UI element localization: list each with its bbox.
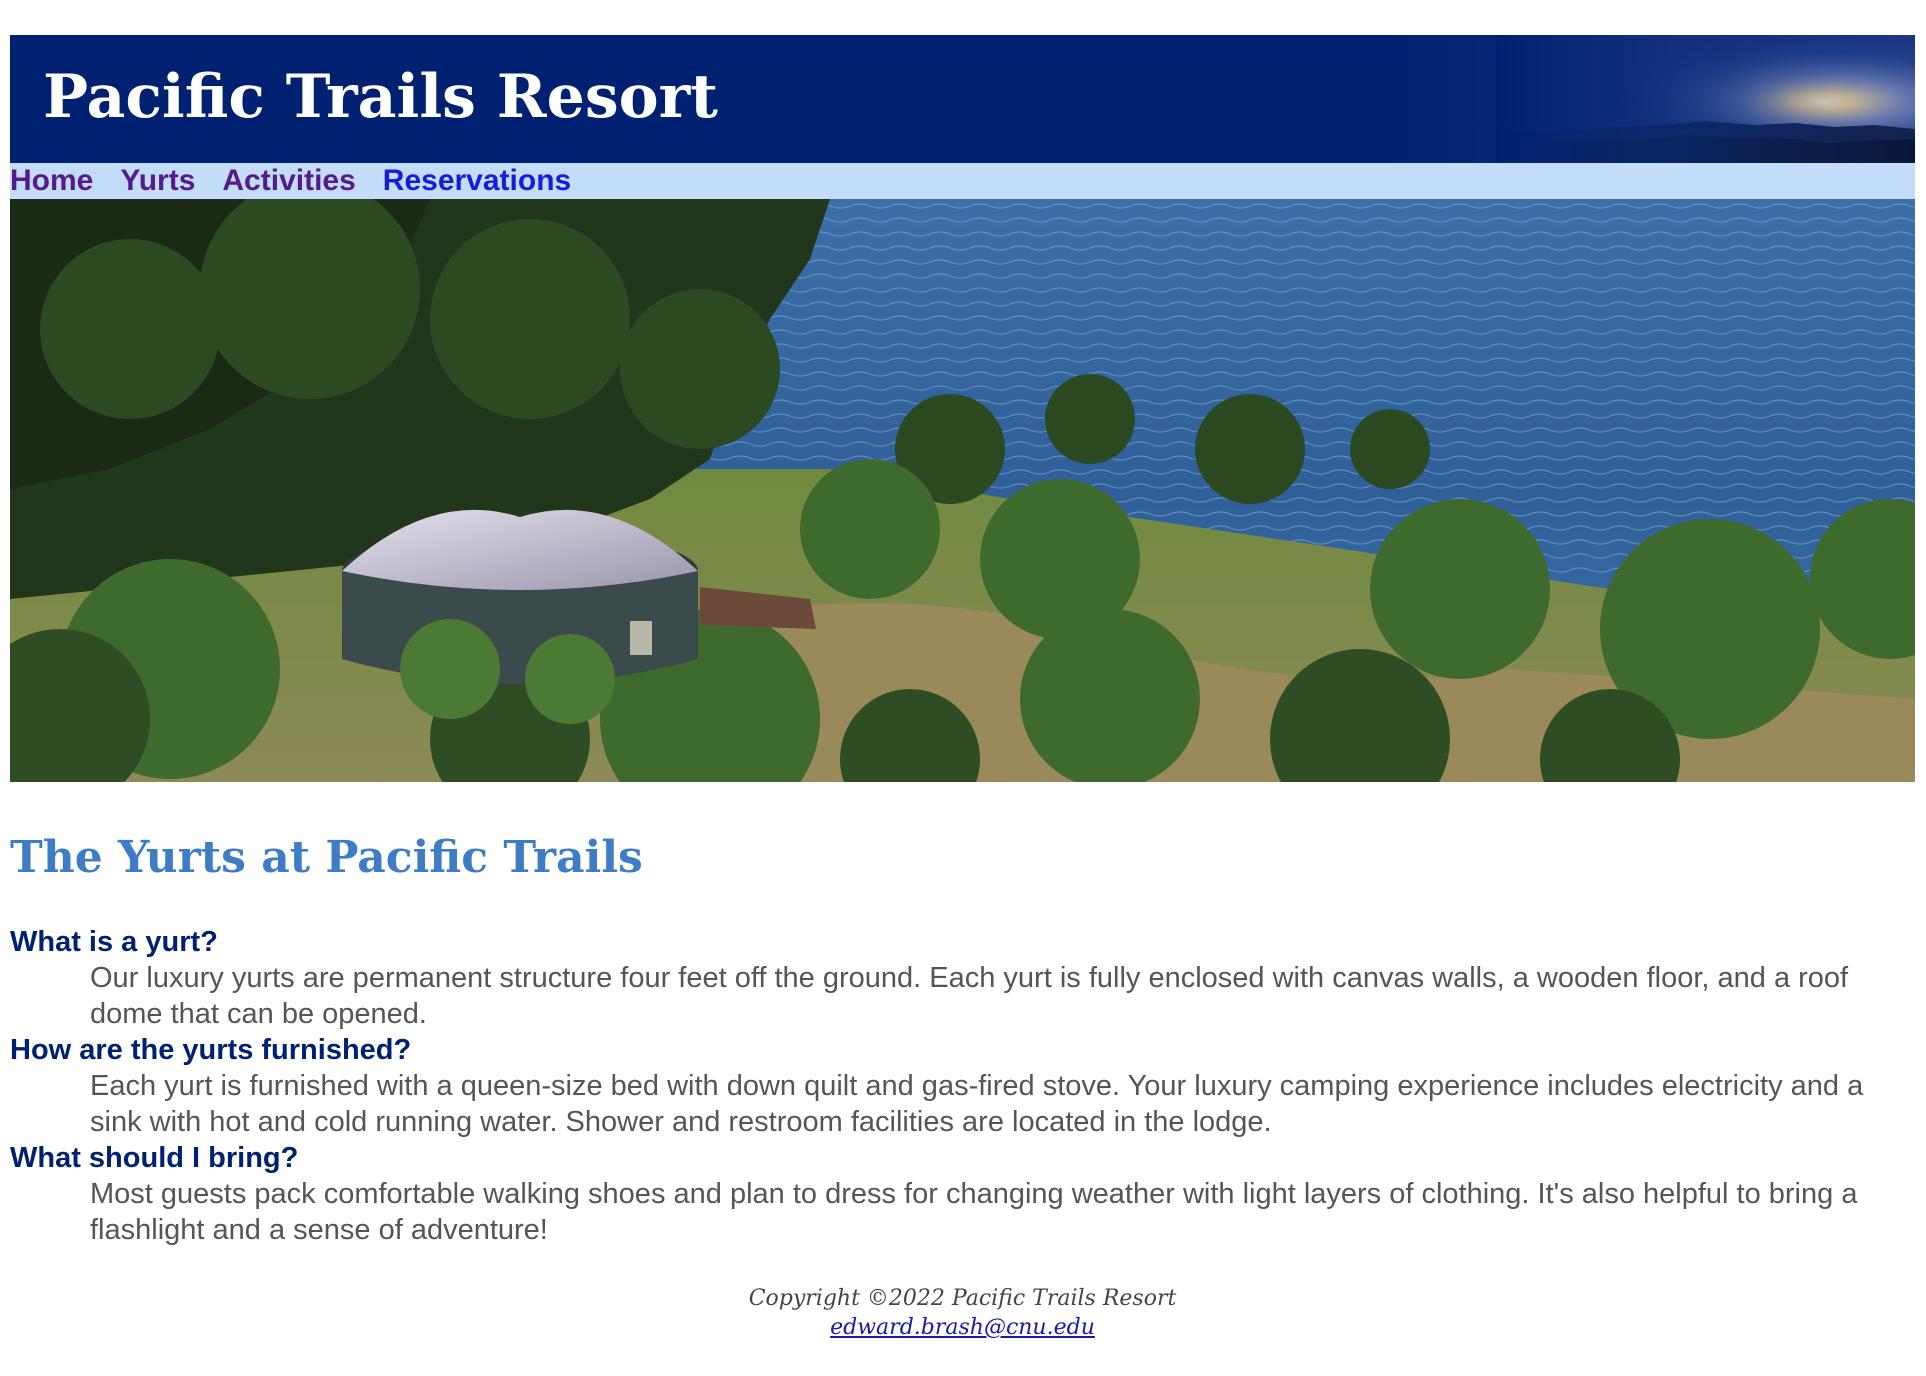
contact-email-link[interactable]: edward.brash@cnu.edu (830, 1315, 1095, 1340)
faq-answer: Our luxury yurts are permanent structure… (90, 962, 1849, 1030)
faq-list: What is a yurt? Our luxury yurts are per… (10, 924, 1915, 1248)
faq-question: What should I bring? (10, 1142, 299, 1174)
site-title: Pacific Trails Resort (43, 62, 718, 132)
site-footer: Copyright ©2022 Pacific Trails Resort ed… (10, 1284, 1915, 1342)
nav-link-yurts[interactable]: Yurts (120, 163, 195, 199)
faq-question: What is a yurt? (10, 926, 218, 958)
faq-question: How are the yurts furnished? (10, 1034, 412, 1066)
site-header: Pacific Trails Resort (10, 35, 1915, 163)
hero-yurt-image (10, 199, 1915, 782)
faq-answer: Most guests pack comfortable walking sho… (90, 1178, 1858, 1246)
nav-link-activities[interactable]: Activities (222, 163, 355, 199)
main-nav: Home Yurts Activities Reservations (10, 163, 1915, 199)
nav-link-reservations[interactable]: Reservations (383, 163, 571, 199)
page-wrapper: Pacific Trails Resort Home Yurts Activit… (10, 35, 1915, 1342)
faq-answer: Each yurt is furnished with a queen-size… (90, 1070, 1864, 1138)
copyright-text: Copyright ©2022 Pacific Trails Resort (748, 1286, 1177, 1311)
page-heading: The Yurts at Pacific Trails (10, 832, 643, 883)
main-content: The Yurts at Pacific Trails What is a yu… (10, 782, 1915, 1248)
nav-link-home[interactable]: Home (10, 163, 93, 199)
sunset-image (1495, 35, 1915, 163)
